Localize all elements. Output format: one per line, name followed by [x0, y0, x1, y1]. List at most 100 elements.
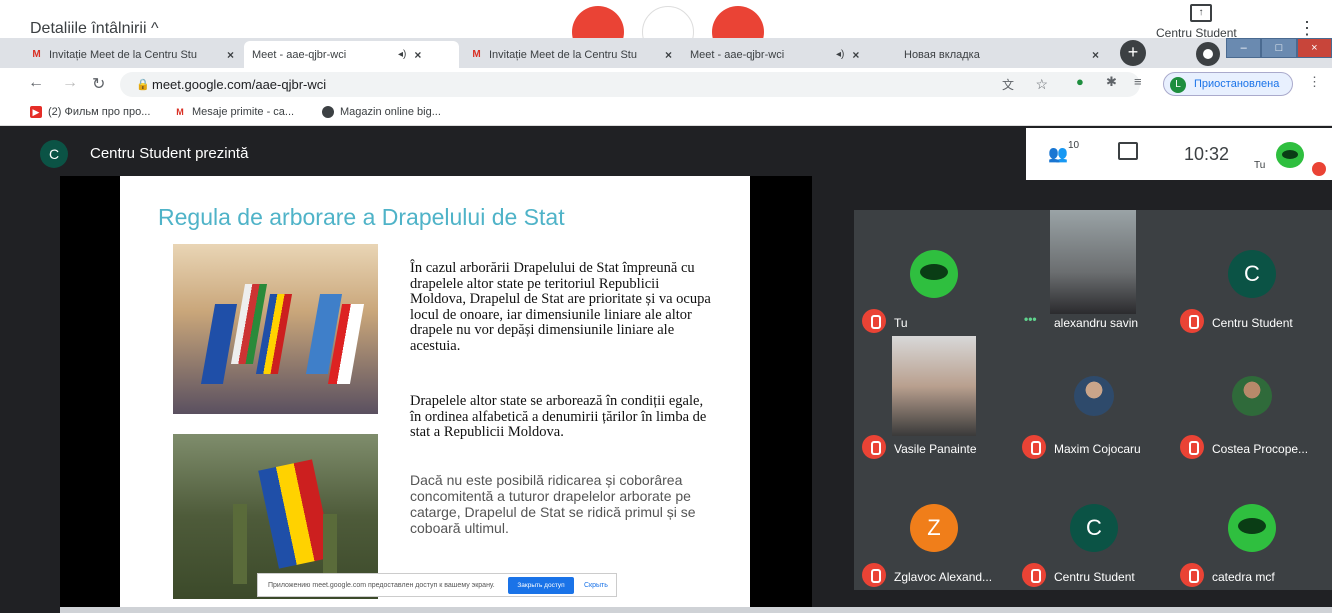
minimize-button[interactable]: – — [1226, 38, 1262, 58]
participant-avatar: C — [1228, 250, 1276, 298]
participant-tile[interactable]: Costea Procope... — [1172, 336, 1332, 462]
participant-tile[interactable]: Tu — [854, 210, 1014, 336]
close-tab-icon[interactable]: × — [227, 48, 234, 62]
close-tab-icon[interactable]: × — [852, 48, 859, 62]
tab-gmail-invite-2[interactable]: M Invitație Meet de la Centru Stu × — [462, 41, 680, 68]
participant-video — [892, 336, 976, 436]
participant-tile[interactable]: Maxim Cojocaru — [1014, 336, 1174, 462]
tab-title: Meet - aae-qjbr-wci — [252, 48, 347, 61]
slide-paragraph-2: Drapelele altor state se arborează în co… — [410, 393, 707, 440]
youtube-icon: ▶ — [30, 106, 42, 118]
close-tab-icon[interactable]: × — [1092, 48, 1099, 62]
participant-avatar — [1232, 376, 1272, 416]
participant-name: Zglavoc Alexand... — [894, 570, 993, 584]
mic-muted-icon — [862, 435, 886, 459]
mic-muted-icon — [862, 563, 886, 587]
screen-sharing-notice: Приложению meet.google.com предоставлен … — [257, 573, 617, 597]
participant-avatar — [910, 250, 958, 298]
omnibox[interactable]: 🔒 meet.google.com/aae-qjbr-wci 文 ☆ — [120, 72, 1140, 97]
meet-top-bar: Detaliile întâlnirii ^ ↑ Centru Student … — [0, 0, 1332, 58]
chat-icon[interactable] — [1118, 142, 1138, 160]
shield-extension-icon[interactable]: ● — [1076, 74, 1084, 89]
hide-notice-link[interactable]: Скрыть — [584, 582, 608, 589]
mic-muted-icon — [1180, 435, 1204, 459]
address-bar: ← → ↻ 🔒 meet.google.com/aae-qjbr-wci 文 ☆ — [0, 68, 1332, 100]
participant-avatar: Z — [910, 504, 958, 552]
participant-name: Costea Procope... — [1212, 442, 1309, 456]
chrome-profile-icon[interactable] — [1196, 42, 1220, 66]
media-control-icon[interactable]: ≡ — [1134, 74, 1142, 89]
gmail-icon: M — [472, 48, 481, 60]
close-window-button[interactable]: × — [1296, 38, 1332, 58]
tab-gmail-invite-1[interactable]: M Invitație Meet de la Centru Stu × — [22, 41, 242, 68]
reload-icon[interactable]: ↻ — [92, 74, 105, 94]
tab-new-tab[interactable]: Новая вкладка × — [896, 41, 1114, 68]
more-options-icon[interactable]: ⋮ — [1298, 18, 1316, 39]
tab-title: Invitație Meet de la Centru Stu — [489, 48, 637, 61]
stop-sharing-button[interactable]: Закрыть доступ — [508, 577, 574, 594]
new-tab-button[interactable]: + — [1120, 40, 1146, 66]
participant-avatar — [1074, 376, 1114, 416]
self-avatar[interactable] — [1276, 142, 1304, 168]
profile-paused-chip[interactable]: L Приостановлена — [1163, 72, 1293, 96]
clock-time: 10:32 — [1184, 144, 1230, 164]
gmail-icon: M — [32, 48, 41, 60]
bookmark-item[interactable]: Magazin online big... — [322, 106, 441, 118]
browser-menu-icon[interactable]: ⋮ — [1308, 74, 1321, 90]
meeting-details-toggle[interactable]: Detaliile întâlnirii ^ — [30, 20, 158, 38]
people-icon[interactable]: 👥 — [1048, 144, 1068, 164]
bookmark-item[interactable]: M Mesaje primite - ca... — [174, 106, 294, 118]
participant-tile[interactable]: C Centru Student — [1172, 210, 1332, 336]
self-label: Tu — [1254, 160, 1266, 171]
participant-video — [1050, 210, 1136, 314]
tab-title: Invitație Meet de la Centru Stu — [49, 48, 197, 61]
participant-name: Maxim Cojocaru — [1054, 442, 1141, 456]
presentation-slide: Regula de arborare a Drapelului de Stat … — [120, 176, 750, 613]
participant-name: Vasile Panainte — [894, 442, 977, 456]
participant-avatar: C — [1070, 504, 1118, 552]
people-count: 10 — [1068, 140, 1080, 151]
bookmark-label: (2) Фильм про про... — [48, 106, 151, 118]
bookmark-item[interactable]: ▶ (2) Фильм про про... — [30, 106, 150, 118]
meet-stage: C Centru Student prezintă 👥 10 10:32 Tu … — [0, 126, 1332, 613]
participant-name: catedra mcf — [1212, 570, 1275, 584]
tab-meet-1[interactable]: Meet - aae-qjbr-wci ◂) × — [244, 41, 459, 179]
lock-icon[interactable]: 🔒 — [136, 78, 150, 91]
speaker-icon[interactable]: ◂) — [836, 49, 844, 60]
bookmark-label: Magazin online big... — [340, 106, 441, 118]
participants-grid: Tu ••• alexandru savin C Centru Student … — [854, 210, 1332, 590]
participant-tile[interactable]: ••• alexandru savin — [1014, 210, 1174, 336]
presenter-avatar: C — [40, 140, 68, 168]
participant-name: alexandru savin — [1054, 316, 1139, 330]
profile-status: Приостановлена — [1194, 78, 1280, 90]
bookmarks-bar: ▶ (2) Фильм про про... M Mesaje primite … — [0, 100, 1332, 126]
speaker-icon[interactable]: ◂) — [398, 49, 406, 60]
present-icon[interactable]: ↑ — [1190, 4, 1212, 22]
url-text[interactable]: meet.google.com/aae-qjbr-wci — [152, 77, 326, 92]
mic-muted-icon — [1022, 435, 1046, 459]
window-controls: – □ × — [1226, 38, 1332, 58]
mic-muted-icon — [1312, 162, 1326, 176]
globe-icon — [322, 106, 334, 118]
participant-tile[interactable]: Vasile Panainte — [854, 336, 1014, 462]
bookmark-star-icon[interactable]: ☆ — [1035, 76, 1048, 93]
participant-tile[interactable]: C Centru Student — [1014, 464, 1174, 590]
extensions-puzzle-icon[interactable]: ✱ — [1106, 74, 1117, 90]
tab-title: Новая вкладка — [904, 48, 980, 61]
participant-tile[interactable]: catedra mcf — [1172, 464, 1332, 590]
gmail-icon: M — [176, 107, 184, 117]
close-tab-icon[interactable]: × — [414, 48, 421, 62]
speaking-indicator-icon: ••• — [1024, 312, 1037, 326]
translate-icon[interactable]: 文 — [1002, 76, 1014, 93]
maximize-button[interactable]: □ — [1261, 38, 1297, 58]
participant-tile[interactable]: Z Zglavoc Alexand... — [854, 464, 1014, 590]
mic-muted-icon — [1180, 563, 1204, 587]
back-arrow-icon[interactable]: ← — [28, 74, 44, 92]
forward-arrow-icon[interactable]: → — [62, 74, 78, 92]
slide-title: Regula de arborare a Drapelului de Stat — [158, 204, 565, 230]
tab-meet-2[interactable]: Meet - aae-qjbr-wci ◂) × — [682, 41, 894, 179]
presenter-title: Centru Student prezintă — [90, 145, 249, 162]
participant-name: Centru Student — [1212, 316, 1293, 330]
flags-photo — [173, 244, 378, 414]
close-tab-icon[interactable]: × — [665, 48, 672, 62]
